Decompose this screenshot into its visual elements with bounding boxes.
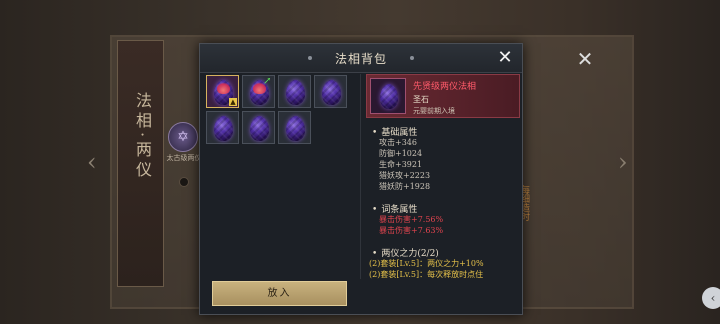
dialog-title: 法相背包: [334, 52, 387, 66]
fa-xiang-egg-icon: [286, 116, 305, 141]
title-ornament-right: [410, 56, 414, 60]
next-arrow-icon[interactable]: ›: [618, 148, 632, 176]
put-in-button[interactable]: 放入: [212, 281, 347, 306]
chevron-left-icon[interactable]: ‹: [702, 287, 720, 309]
inventory-slot[interactable]: [242, 111, 275, 144]
base-stat: 猎妖防+1928: [379, 182, 431, 191]
fa-xiang-egg-icon: [286, 80, 305, 105]
inventory-slot[interactable]: [278, 111, 311, 144]
detail-item-icon: [370, 78, 406, 114]
slot-dot: [179, 177, 189, 187]
fa-xiang-egg-icon: [214, 116, 233, 141]
panel-divider: [360, 74, 361, 279]
affix-stat: 暴击伤害+7.56%: [379, 215, 444, 224]
inventory-slot[interactable]: [314, 75, 347, 108]
left-banner-title: 法相·两仪: [133, 92, 152, 182]
fa-xiang-emblem-icon[interactable]: ✡: [168, 122, 198, 152]
fa-xiang-egg-icon: [322, 80, 341, 105]
close-icon[interactable]: ✕: [494, 47, 516, 69]
flame-icon: [217, 82, 230, 94]
dialog-header: 法相背包 ✕: [200, 44, 522, 73]
base-stat: 攻击+346: [379, 138, 417, 147]
prev-arrow-icon[interactable]: ‹: [87, 148, 101, 176]
set-bonus-stat: (2)套装[Lv.5]：两仪之力+10%: [369, 259, 484, 268]
inventory-slot[interactable]: ▲: [206, 75, 239, 108]
outer-close-icon[interactable]: ✕: [574, 48, 596, 70]
fa-xiang-egg-icon: [380, 84, 398, 109]
lock-badge-icon: ▲: [229, 98, 237, 106]
item-requirement: 元婴前期入境: [413, 107, 455, 115]
fa-xiang-egg-icon: [250, 116, 269, 141]
item-name: 先贤级两仪法相: [413, 82, 477, 92]
base-stat: 猎妖攻+2223: [379, 171, 431, 180]
inventory-slot[interactable]: [278, 75, 311, 108]
base-stat: 生命+3921: [379, 160, 423, 169]
base-stat: 防御+1024: [379, 149, 423, 158]
inventory-slot[interactable]: [206, 111, 239, 144]
item-detail-header: 先贤级两仪法相 圣石 元婴前期入境: [366, 74, 520, 118]
item-type: 圣石: [413, 95, 429, 104]
set-bonus-stat: (2)套装[Lv.5]：每次释放时点住: [369, 270, 484, 279]
affix-stat: 暴击伤害+7.63%: [379, 226, 444, 235]
equip-arrow-icon: ↗: [263, 76, 272, 87]
inventory-slot[interactable]: ↗: [242, 75, 275, 108]
